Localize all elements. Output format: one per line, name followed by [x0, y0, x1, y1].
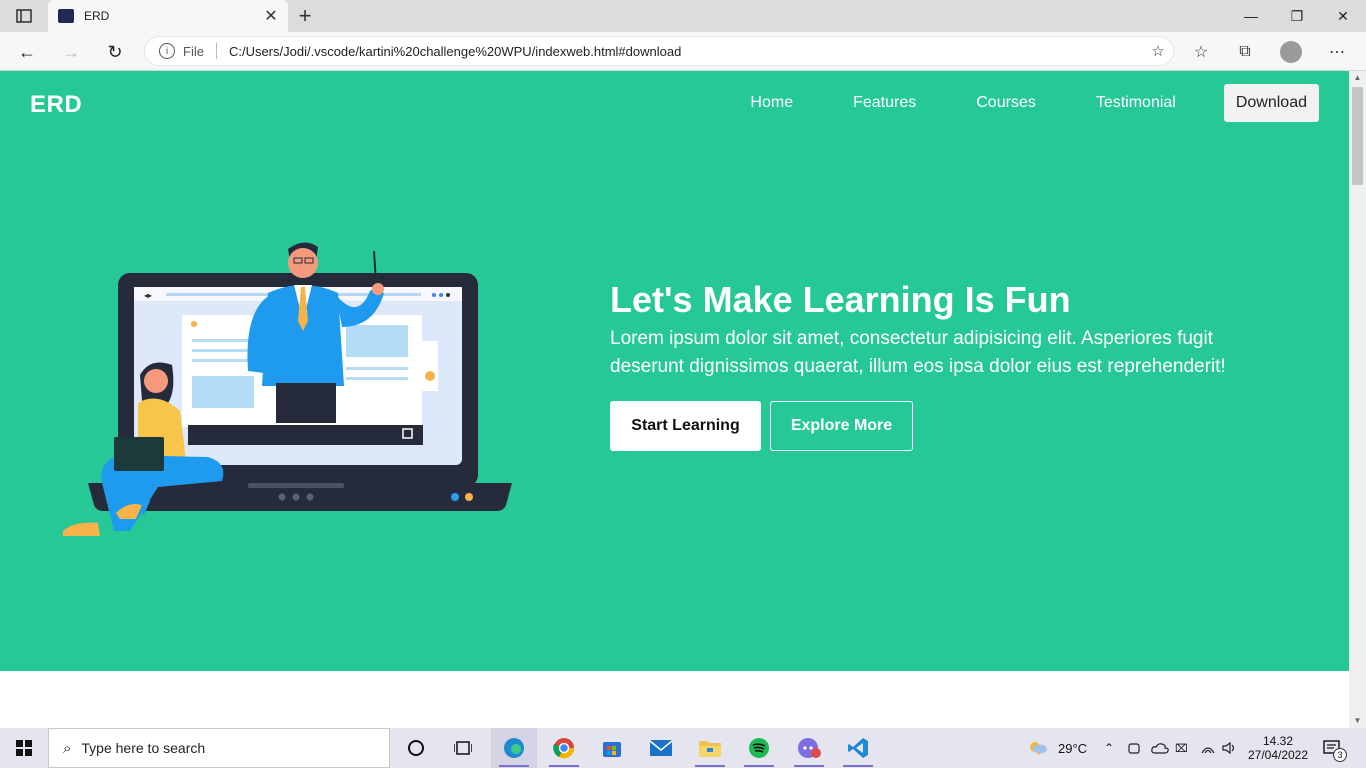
restore-icon[interactable]: ❐: [1274, 0, 1320, 32]
avatar: [1280, 41, 1302, 63]
nav-features[interactable]: Features: [853, 94, 916, 112]
nav-download[interactable]: Download: [1223, 84, 1319, 122]
discord-taskbar-icon[interactable]: [786, 728, 832, 768]
clock-date: 27/04/2022: [1247, 748, 1309, 762]
clock-time: 14.32: [1262, 734, 1294, 748]
url-scheme-label: File: [183, 43, 204, 59]
favorites-icon[interactable]: ☆: [1186, 37, 1216, 67]
search-placeholder: Type here to search: [81, 740, 206, 756]
new-tab-icon[interactable]: +: [292, 3, 318, 29]
mail-taskbar-icon[interactable]: [638, 728, 684, 768]
network-icon[interactable]: [1200, 728, 1216, 768]
nav-courses[interactable]: Courses: [976, 94, 1036, 112]
profile-icon[interactable]: [1276, 37, 1306, 67]
main-nav: Home Features Courses Testimonial Downlo…: [690, 84, 1319, 122]
browser-tab[interactable]: ERD ✕: [48, 0, 288, 32]
cortana-icon[interactable]: [393, 728, 439, 768]
taskbar-clock[interactable]: 14.32 27/04/2022: [1248, 728, 1308, 768]
weather-temperature: 29°C: [1058, 740, 1088, 756]
url-divider: [215, 43, 217, 59]
show-hidden-icons-icon[interactable]: ⌃: [1104, 728, 1114, 768]
address-bar[interactable]: i File C:/Users/Jodi/.vscode/kartini%20c…: [144, 36, 1174, 66]
chrome-taskbar-icon[interactable]: [541, 728, 587, 768]
windows-start-icon[interactable]: [0, 728, 48, 768]
site-logo[interactable]: ERD: [30, 91, 82, 119]
info-icon[interactable]: i: [159, 43, 175, 59]
tab-actions-icon[interactable]: [8, 4, 40, 28]
collections-icon[interactable]: ⧉: [1230, 37, 1260, 67]
scrollbar-thumb[interactable]: [1352, 87, 1363, 185]
scroll-up-icon[interactable]: ▲: [1349, 71, 1366, 85]
more-options-icon[interactable]: ⋯: [1322, 37, 1352, 67]
meet-now-icon[interactable]: [1127, 728, 1141, 768]
start-learning-button[interactable]: Start Learning: [610, 401, 761, 451]
search-icon: ⌕: [63, 739, 72, 757]
taskbar-search-input[interactable]: ⌕ Type here to search: [48, 728, 390, 768]
close-window-icon[interactable]: ✕: [1320, 0, 1366, 32]
file-explorer-taskbar-icon[interactable]: [687, 728, 733, 768]
close-tab-icon[interactable]: ✕: [258, 3, 284, 29]
minimize-icon[interactable]: —: [1228, 0, 1274, 32]
page-scrollbar[interactable]: ▲ ▼: [1349, 71, 1366, 728]
url-text[interactable]: C:/Users/Jodi/.vscode/kartini%20challeng…: [229, 44, 1143, 59]
task-view-icon[interactable]: [440, 728, 486, 768]
volume-icon[interactable]: [1222, 728, 1238, 768]
forward-icon[interactable]: →: [56, 37, 86, 67]
address-toolbar: ← → ↻ i File C:/Users/Jodi/.vscode/karti…: [0, 32, 1366, 71]
weather-storm-icon: [1030, 742, 1047, 756]
nav-testimonial[interactable]: Testimonial: [1096, 94, 1176, 112]
tab-title: ERD: [84, 9, 110, 23]
notification-center-icon[interactable]: 3: [1322, 728, 1347, 768]
vscode-taskbar-icon[interactable]: [835, 728, 881, 768]
scroll-down-icon[interactable]: ▼: [1349, 714, 1366, 728]
weather-widget[interactable]: 29°C: [1028, 728, 1087, 768]
refresh-icon[interactable]: ↻: [100, 37, 130, 67]
hero-headline: Let's Make Learning Is Fun: [610, 279, 1071, 320]
site-favicon-icon: [58, 9, 74, 23]
explore-more-button[interactable]: Explore More: [770, 401, 913, 451]
input-indicator-icon[interactable]: ⌧: [1175, 728, 1188, 768]
nav-home[interactable]: Home: [750, 94, 793, 112]
page-viewport: ERD Home Features Courses Testimonial Do…: [0, 71, 1349, 728]
hero-section: ERD Home Features Courses Testimonial Do…: [0, 71, 1349, 671]
browser-tab-bar: ERD ✕ + — ❐ ✕: [0, 0, 1366, 32]
onedrive-icon[interactable]: [1151, 728, 1169, 768]
edge-taskbar-icon[interactable]: [491, 728, 537, 768]
notification-badge: 3: [1333, 748, 1347, 762]
hero-lead-text: Lorem ipsum dolor sit amet, consectetur …: [610, 328, 1226, 377]
online-learning-illustration: ◂▸: [63, 242, 512, 536]
back-icon[interactable]: ←: [12, 37, 42, 67]
spotify-taskbar-icon[interactable]: [736, 728, 782, 768]
add-favorite-icon[interactable]: ☆: [1143, 42, 1173, 60]
store-taskbar-icon[interactable]: [589, 728, 635, 768]
svg-text:◂▸: ◂▸: [144, 291, 152, 300]
